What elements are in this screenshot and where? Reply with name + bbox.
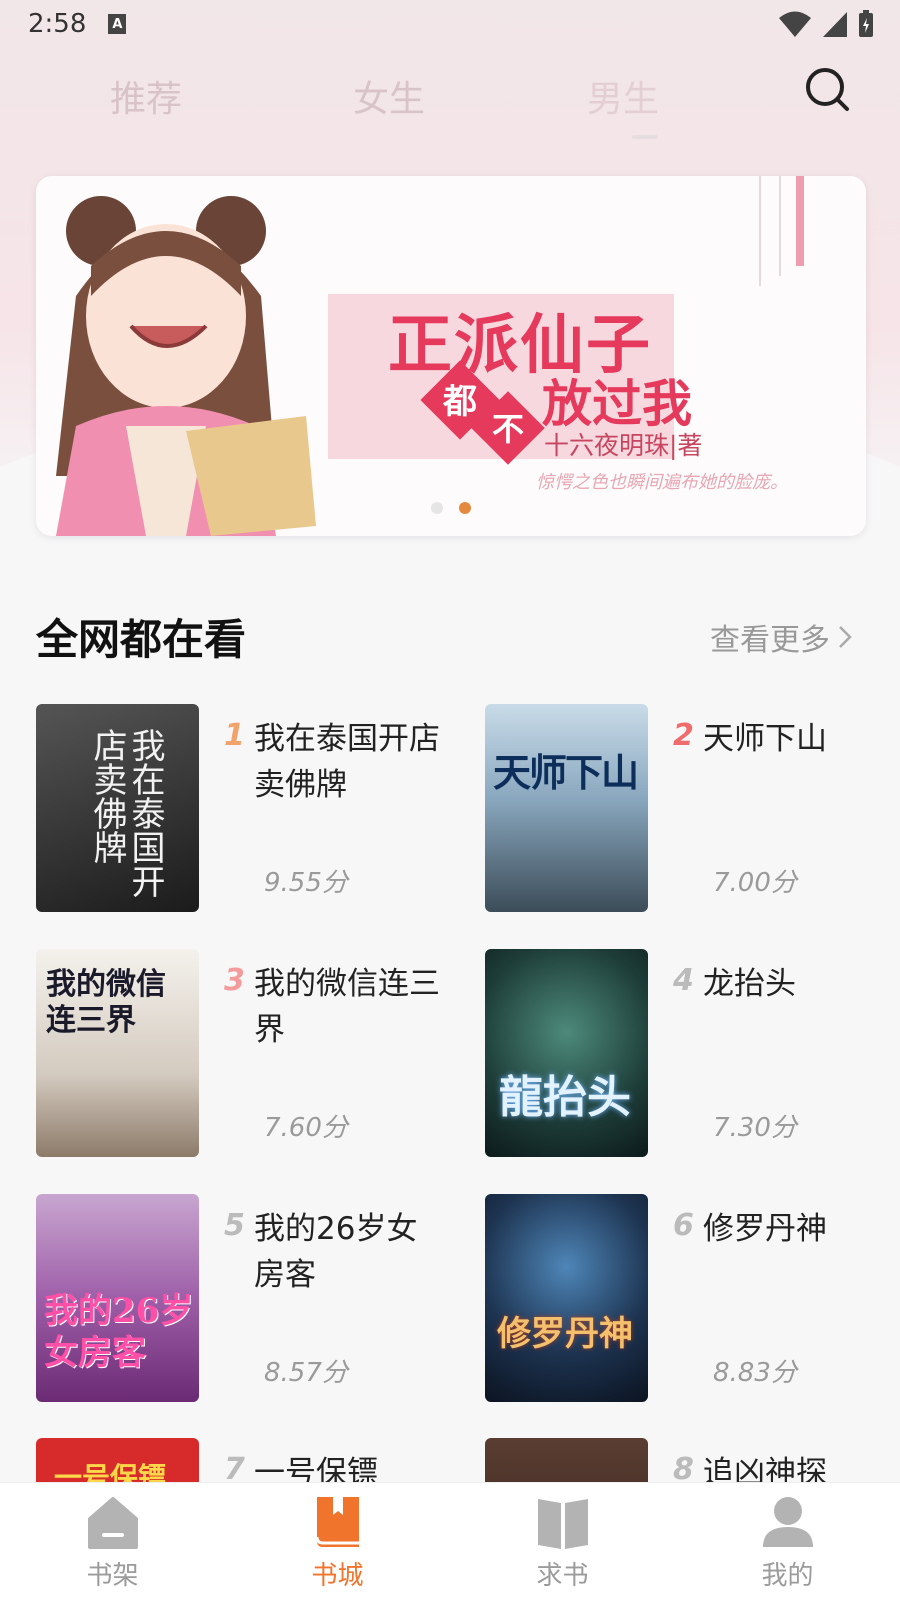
battery-icon xyxy=(859,10,873,37)
tab-recommend[interactable]: 推荐 xyxy=(110,70,182,122)
search-icon[interactable] xyxy=(804,66,850,112)
book-title: 我的26岁女房客 xyxy=(254,1211,418,1293)
book-title: 龙抬头 xyxy=(703,966,796,1002)
banner-dot[interactable] xyxy=(431,502,443,514)
banner-char-bu: 不 xyxy=(491,410,524,448)
book-cover: 修罗丹神 xyxy=(485,1194,648,1402)
book-score: 7.00分 xyxy=(713,868,797,898)
banner-pagination xyxy=(36,502,866,514)
see-more-button[interactable]: 查看更多 xyxy=(710,615,852,659)
tab-male[interactable]: 男生 xyxy=(587,70,659,122)
nav-profile[interactable]: 我的 xyxy=(675,1483,900,1600)
tab-female[interactable]: 女生 xyxy=(353,70,425,122)
book-icon xyxy=(315,1497,359,1547)
book-rank: 5 xyxy=(224,1208,245,1243)
book-score: 8.57分 xyxy=(264,1358,348,1388)
user-icon xyxy=(763,1497,813,1547)
book-score: 8.83分 xyxy=(713,1358,797,1388)
book-score: 9.55分 xyxy=(264,868,348,898)
book-rank: 1 xyxy=(224,718,245,753)
nav-label: 求书 xyxy=(536,1561,589,1591)
book-card[interactable]: 我的26岁女房客 5 我的26岁女房客 8.57分 xyxy=(36,1194,456,1404)
nav-label: 书架 xyxy=(86,1561,139,1591)
cover-title: 我的微信连三界 xyxy=(46,967,166,1038)
banner-dot-active[interactable] xyxy=(459,502,471,514)
book-title: 修罗丹神 xyxy=(703,1211,827,1247)
book-title: 天师下山 xyxy=(703,721,827,757)
shelf-icon xyxy=(88,1497,138,1549)
book-card[interactable]: 我在泰国开店卖佛牌 1 我在泰国开店卖佛牌 9.55分 xyxy=(36,704,456,914)
book-cover: 我在泰国开店卖佛牌 xyxy=(36,704,199,912)
status-icons xyxy=(778,10,874,38)
book-card[interactable]: 龍抬头 4 龙抬头 7.30分 xyxy=(485,949,900,1159)
nav-label: 我的 xyxy=(761,1561,814,1591)
book-score: 7.30分 xyxy=(713,1113,797,1143)
open-book-icon xyxy=(538,1499,588,1549)
wifi-icon xyxy=(779,11,811,37)
status-time: 2:58 xyxy=(28,9,87,39)
promo-banner[interactable]: 正派仙子 都 不 放过我 十六夜明珠|著 惊愕之色也瞬间遍布她的脸庞。 xyxy=(36,176,866,536)
book-cover: 天师下山 xyxy=(485,704,648,912)
nav-bookstore[interactable]: 书城 xyxy=(225,1483,450,1600)
book-title: 我在泰国开店卖佛牌 xyxy=(254,721,440,803)
cover-title: 天师下山 xyxy=(493,750,639,795)
chevron-right-icon xyxy=(839,626,852,648)
book-rank: 3 xyxy=(224,963,245,998)
book-score: 7.60分 xyxy=(264,1113,348,1143)
banner-author: 十六夜明珠|著 xyxy=(544,431,703,460)
bottom-navigation: 书架 书城 求书 我的 xyxy=(0,1482,900,1600)
cover-title: 我的26岁女房客 xyxy=(44,1291,194,1373)
signal-icon xyxy=(823,12,847,37)
book-card[interactable]: 修罗丹神 6 修罗丹神 8.83分 xyxy=(485,1194,900,1404)
book-rank: 4 xyxy=(673,963,694,998)
notification-icon: A xyxy=(108,14,127,34)
book-cover: 龍抬头 xyxy=(485,949,648,1157)
banner-char-dou: 都 xyxy=(443,382,477,422)
book-rank: 6 xyxy=(673,1208,694,1243)
nav-bookshelf[interactable]: 书架 xyxy=(0,1483,225,1600)
book-title: 我的微信连三界 xyxy=(254,966,440,1048)
book-rank: 2 xyxy=(673,718,694,753)
category-tabs: 推荐 女生 男生 xyxy=(0,60,900,140)
book-card[interactable]: 天师下山 2 天师下山 7.00分 xyxy=(485,704,900,914)
nav-label: 书城 xyxy=(311,1561,364,1591)
status-bar: 2:58 A xyxy=(0,0,900,48)
section-title: 全网都在看 xyxy=(36,615,247,664)
book-card[interactable]: 我的微信连三界 3 我的微信连三界 7.60分 xyxy=(36,949,456,1159)
book-cover: 我的26岁女房客 xyxy=(36,1194,199,1402)
cover-title: 修罗丹神 xyxy=(497,1314,633,1354)
see-more-label: 查看更多 xyxy=(710,623,830,658)
cover-title: 我在泰国开店卖佛牌 xyxy=(87,728,165,898)
nav-request-book[interactable]: 求书 xyxy=(450,1483,675,1600)
cover-title: 龍抬头 xyxy=(499,1072,631,1123)
tab-indicator xyxy=(632,135,658,139)
book-cover: 我的微信连三界 xyxy=(36,949,199,1157)
banner-tagline: 惊愕之色也瞬间遍布她的脸庞。 xyxy=(536,472,788,493)
